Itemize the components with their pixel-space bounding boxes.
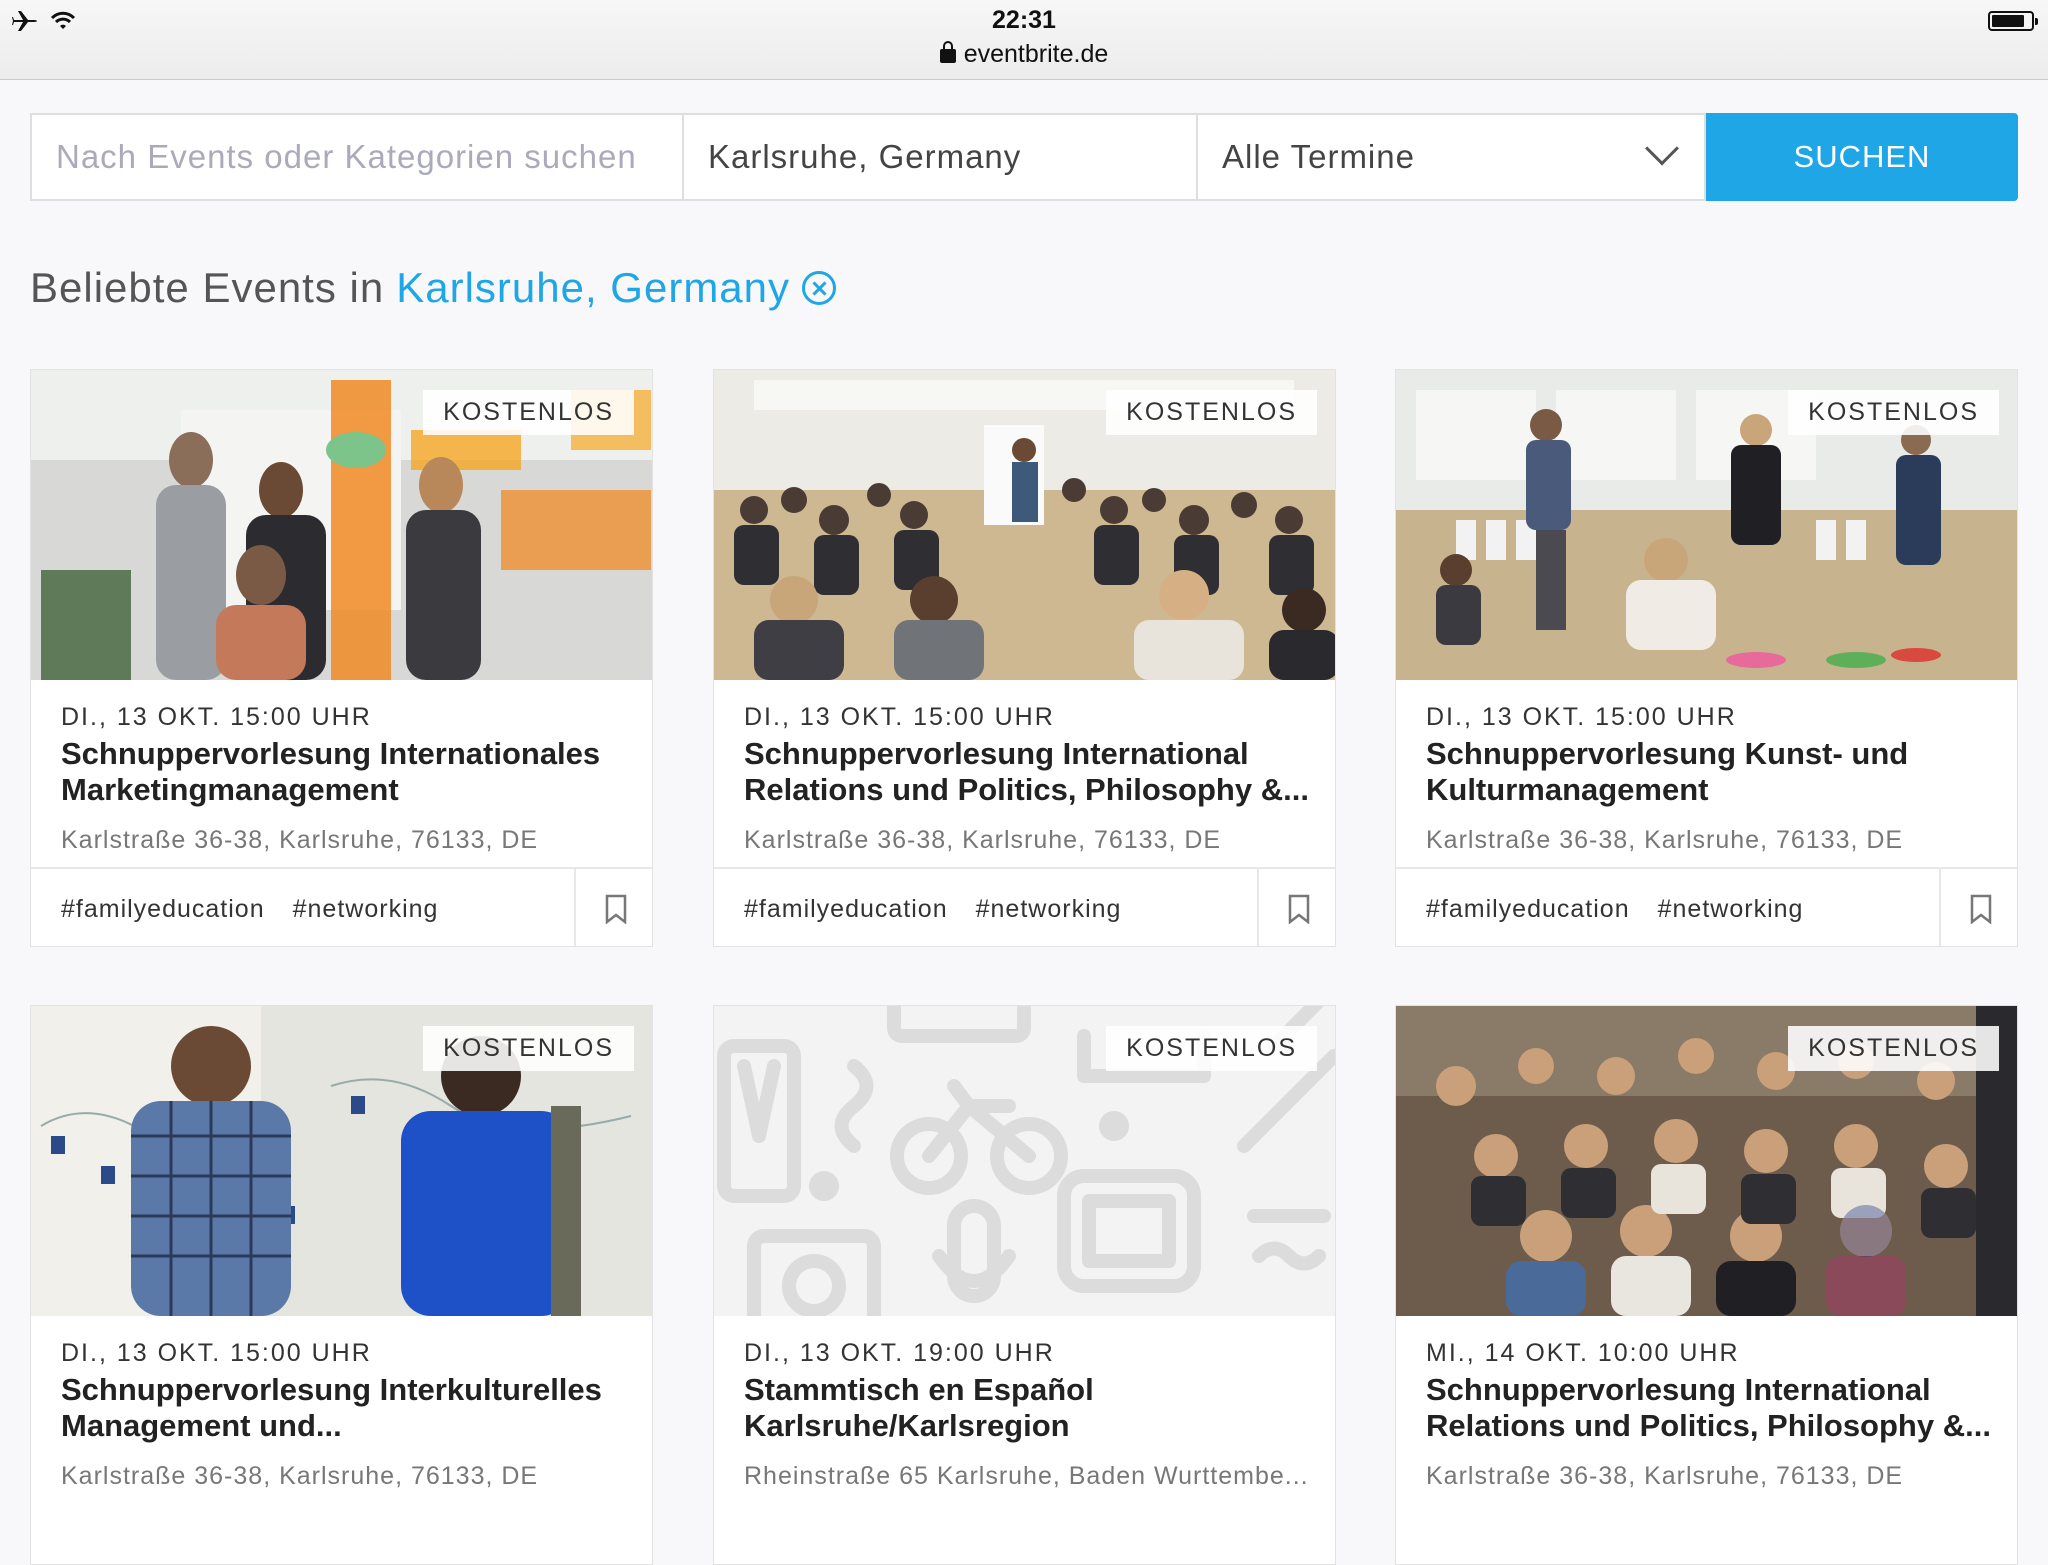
address-bar[interactable]: eventbrite.de <box>0 40 2048 69</box>
chevron-down-icon <box>1645 131 1679 166</box>
event-address: Karlstraße 36-38, Karlsruhe, 76133, DE <box>744 826 1222 854</box>
tag-list: #familyeducation #networking <box>744 895 1121 924</box>
bookmark-button[interactable] <box>1939 869 2017 946</box>
clock: 22:31 <box>992 6 1056 34</box>
tag-list: #familyeducation #networking <box>61 895 438 924</box>
card-footer: #familyeducation #networking <box>31 867 652 946</box>
card-footer: #familyeducation #networking <box>1396 867 2017 946</box>
event-image[interactable]: KOSTENLOS <box>31 1006 652 1316</box>
tag-link[interactable]: #networking <box>1658 895 1804 924</box>
date-select[interactable]: Alle Termine <box>1196 113 1706 201</box>
tag-link[interactable]: #networking <box>976 895 1122 924</box>
search-bar: Nach Events oder Kategorien suchen Karls… <box>30 113 2018 201</box>
event-image[interactable]: KOSTENLOS <box>1396 1006 2017 1316</box>
event-card[interactable]: KOSTENLOS DI., 13 OKT. 15:00 UHR Schnupp… <box>30 1005 653 1565</box>
event-address: Karlstraße 36-38, Karlsruhe, 76133, DE <box>61 826 539 854</box>
event-title[interactable]: Schnuppervorlesung International Relatio… <box>1426 1372 1996 1444</box>
date-select-value: Alle Termine <box>1222 138 1415 175</box>
price-badge: KOSTENLOS <box>1788 390 1999 435</box>
status-bar: 22:31 eventbrite.de <box>0 0 2048 80</box>
event-image[interactable]: KOSTENLOS <box>31 370 652 680</box>
battery-icon <box>1988 11 2038 31</box>
event-card[interactable]: KOSTENLOS DI., 13 OKT. 15:00 UHR Schnupp… <box>1395 369 2018 947</box>
event-address: Rheinstraße 65 Karlsruhe, Baden Wurttemb… <box>744 1462 1309 1490</box>
event-address: Karlstraße 36-38, Karlsruhe, 76133, DE <box>1426 1462 1904 1490</box>
event-date: DI., 13 OKT. 15:00 UHR <box>1426 703 1737 731</box>
bookmark-button[interactable] <box>574 869 652 946</box>
price-badge: KOSTENLOS <box>423 1026 634 1071</box>
event-date: DI., 13 OKT. 15:00 UHR <box>61 1339 372 1367</box>
tag-list: #familyeducation #networking <box>1426 895 1803 924</box>
bookmark-icon <box>605 894 627 924</box>
search-input[interactable]: Nach Events oder Kategorien suchen <box>30 113 682 201</box>
price-badge: KOSTENLOS <box>1106 390 1317 435</box>
event-title[interactable]: Schnuppervorlesung International Relatio… <box>744 736 1314 808</box>
event-image[interactable]: KOSTENLOS <box>714 370 1335 680</box>
bookmark-button[interactable] <box>1257 869 1335 946</box>
tag-link[interactable]: #familyeducation <box>1426 895 1630 924</box>
search-button[interactable]: SUCHEN <box>1706 113 2018 201</box>
event-title[interactable]: Schnuppervorlesung Internationales Marke… <box>61 736 631 808</box>
event-card[interactable]: KOSTENLOS DI., 13 OKT. 15:00 UHR Schnupp… <box>30 369 653 947</box>
price-badge: KOSTENLOS <box>423 390 634 435</box>
event-title[interactable]: Stammtisch en Español Karlsruhe/Karlsreg… <box>744 1372 1314 1444</box>
event-address: Karlstraße 36-38, Karlsruhe, 76133, DE <box>61 1462 539 1490</box>
heading-prefix: Beliebte Events in <box>30 264 385 311</box>
event-date: MI., 14 OKT. 10:00 UHR <box>1426 1339 1740 1367</box>
bookmark-icon <box>1970 894 1992 924</box>
section-heading: Beliebte Events in Karlsruhe, Germany <box>30 264 837 312</box>
event-card[interactable]: KOSTENLOS MI., 14 OKT. 10:00 UHR Schnupp… <box>1395 1005 2018 1565</box>
battery-level <box>1992 15 2025 27</box>
card-footer: #familyeducation #networking <box>714 867 1335 946</box>
price-badge: KOSTENLOS <box>1788 1026 1999 1071</box>
lock-icon <box>939 41 956 63</box>
tag-link[interactable]: #familyeducation <box>61 895 265 924</box>
event-date: DI., 13 OKT. 15:00 UHR <box>61 703 372 731</box>
event-title[interactable]: Schnuppervorlesung Kunst- und Kulturmana… <box>1426 736 1996 808</box>
tag-link[interactable]: #networking <box>293 895 439 924</box>
event-image[interactable]: KOSTENLOS <box>714 1006 1335 1316</box>
price-badge: KOSTENLOS <box>1106 1026 1317 1071</box>
url-text: eventbrite.de <box>963 40 1109 68</box>
event-card[interactable]: KOSTENLOS DI., 13 OKT. 15:00 UHR Schnupp… <box>713 369 1336 947</box>
clear-location-icon[interactable] <box>802 271 837 305</box>
event-image[interactable]: KOSTENLOS <box>1396 370 2017 680</box>
heading-city-link[interactable]: Karlsruhe, Germany <box>396 264 790 312</box>
event-date: DI., 13 OKT. 15:00 UHR <box>744 703 1055 731</box>
event-address: Karlstraße 36-38, Karlsruhe, 76133, DE <box>1426 826 1904 854</box>
event-card[interactable]: KOSTENLOS DI., 13 OKT. 19:00 UHR Stammti… <box>713 1005 1336 1565</box>
location-input[interactable]: Karlsruhe, Germany <box>682 113 1196 201</box>
tag-link[interactable]: #familyeducation <box>744 895 948 924</box>
bookmark-icon <box>1288 894 1310 924</box>
event-title[interactable]: Schnuppervorlesung Interkulturelles Mana… <box>61 1372 631 1444</box>
event-date: DI., 13 OKT. 19:00 UHR <box>744 1339 1055 1367</box>
